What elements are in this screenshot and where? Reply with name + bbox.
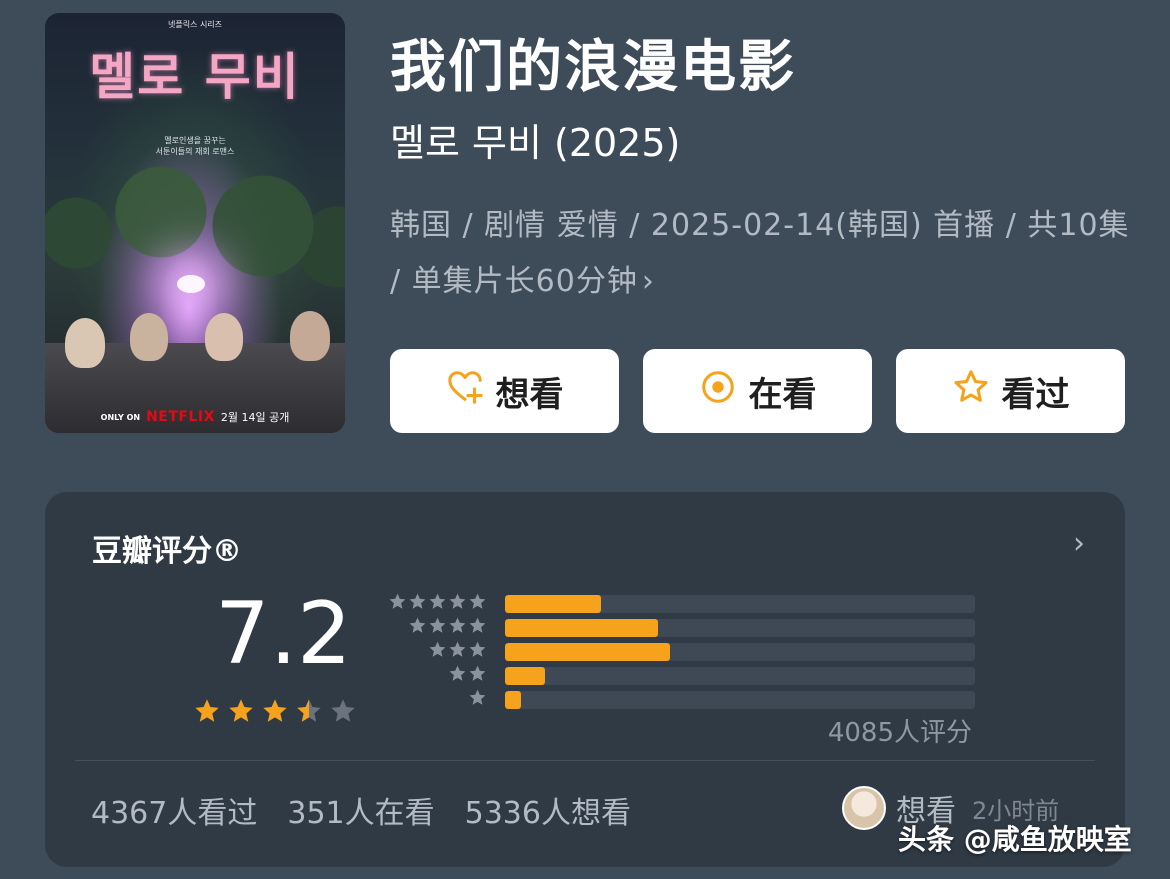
poster-person	[290, 311, 330, 361]
watch-stats: 4367人看过 351人在看 5336人想看	[91, 788, 631, 832]
rating-stars	[193, 697, 357, 725]
star-filled-icon	[263, 699, 287, 722]
star-half-icon	[297, 699, 321, 722]
poster-person	[65, 318, 105, 368]
distribution-bar	[505, 595, 602, 613]
distribution-bar	[505, 667, 545, 685]
chevron-right-icon[interactable]: ›	[1073, 526, 1085, 561]
distribution-bar	[505, 643, 670, 661]
poster-bottom: ONLY ON NETFLIX 2월 14일 공개	[45, 409, 345, 425]
distribution-stars	[385, 688, 487, 707]
star-filled-icon	[195, 699, 219, 722]
page-title: 我们的浪漫电影	[390, 35, 796, 100]
meta-text: 韩国 / 剧情 爱情 / 2025-02-14(韩国) 首播 / 共10集 / …	[390, 208, 1130, 299]
watched-button[interactable]: 看过	[896, 349, 1125, 433]
distribution-track	[505, 667, 975, 685]
distribution-stars	[385, 664, 487, 683]
rating-card[interactable]: 豆瓣评分® › 7.2 4085人评分 4367人看过 351人在看 5336人…	[45, 492, 1125, 867]
poster-person	[205, 313, 243, 361]
distribution-track	[505, 691, 975, 709]
star-icon	[469, 665, 486, 681]
distribution-stars	[385, 616, 487, 635]
star-icon	[469, 617, 486, 633]
distribution-bar	[505, 691, 522, 709]
heart-plus-icon	[446, 368, 484, 415]
poster-image[interactable]: 넷플릭스 시리즈 멜로 무비 멜로인생을 꿈꾸는 서툰이들의 재회 로맨스 ON…	[45, 13, 345, 433]
watching-label: 在看	[748, 374, 817, 415]
star-icon	[409, 593, 426, 609]
star-filled-icon	[229, 699, 253, 722]
poster-person	[130, 313, 168, 361]
star-icon	[429, 641, 446, 657]
chevron-right-icon: ›	[641, 264, 655, 299]
distribution-track	[505, 619, 975, 637]
original-title: 멜로 무비 (2025)	[390, 121, 681, 165]
distribution-bar	[505, 619, 658, 637]
netflix-logo: NETFLIX	[146, 409, 215, 425]
star-icon	[429, 617, 446, 633]
stat-watched[interactable]: 4367人看过	[91, 788, 257, 832]
target-icon	[699, 368, 737, 415]
star-icon	[469, 689, 486, 705]
star-icon	[449, 617, 466, 633]
rating-count: 4085人评分	[827, 718, 972, 748]
distribution-track	[505, 643, 975, 661]
want-to-watch-button[interactable]: 想看	[390, 349, 619, 433]
poster-only-on: ONLY ON	[100, 412, 141, 422]
poster-top-label: 넷플릭스 시리즈	[167, 20, 223, 29]
poster-tagline-line: 멜로인생을 꿈꾸는	[164, 136, 226, 145]
distribution-stars	[385, 592, 487, 611]
star-icon	[469, 641, 486, 657]
star-icon	[449, 641, 466, 657]
poster-light	[177, 275, 205, 293]
rating-score: 7.2	[215, 584, 352, 684]
poster-title: 멜로 무비	[89, 48, 301, 106]
poster-tagline-line: 서툰이들의 재회 로맨스	[155, 147, 235, 156]
watching-button[interactable]: 在看	[643, 349, 872, 433]
poster-tagline: 멜로인생을 꿈꾸는 서툰이들의 재회 로맨스	[45, 135, 345, 157]
watched-label: 看过	[1001, 374, 1070, 415]
stat-want[interactable]: 5336人想看	[465, 788, 631, 832]
divider	[75, 760, 1095, 761]
want-label: 想看	[495, 374, 564, 415]
star-outline-icon	[952, 368, 990, 415]
star-icon	[409, 617, 426, 633]
star-icon	[449, 593, 466, 609]
watermark: 头条 @咸鱼放映室	[898, 823, 1132, 856]
stat-watching[interactable]: 351人在看	[287, 788, 434, 832]
distribution-track	[505, 595, 975, 613]
star-icon	[469, 593, 486, 609]
star-icon	[449, 665, 466, 681]
distribution-stars	[385, 640, 487, 659]
rating-title: 豆瓣评分®	[92, 534, 242, 569]
star-icon	[429, 593, 446, 609]
star-empty-icon	[331, 699, 355, 722]
meta-info[interactable]: 韩国 / 剧情 爱情 / 2025-02-14(韩国) 首播 / 共10集 / …	[390, 198, 1150, 310]
star-icon	[389, 593, 406, 609]
poster-release: 2월 14일 공개	[220, 411, 290, 424]
avatar	[842, 786, 886, 830]
